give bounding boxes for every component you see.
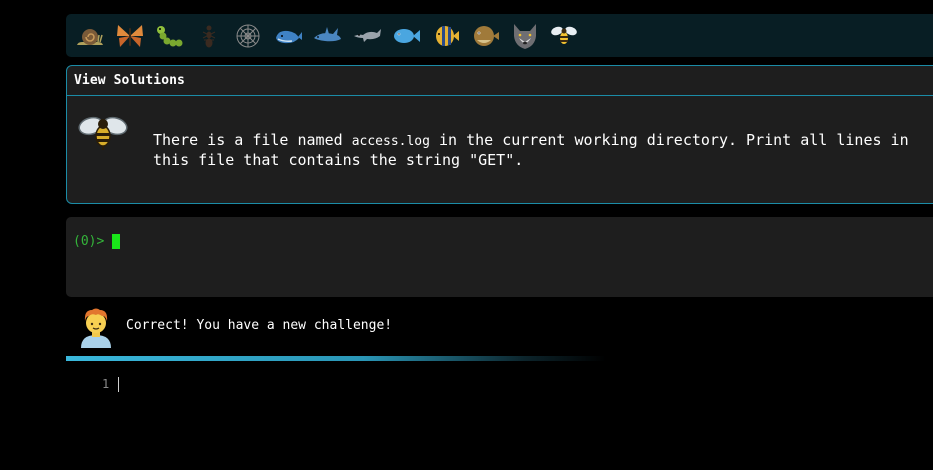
terminal[interactable]: (0)> [66,217,933,297]
wolf-icon[interactable] [507,18,543,54]
bee-icon[interactable] [546,18,582,54]
challenge-description: There is a file named access.log in the … [153,131,933,169]
view-solutions-header[interactable]: View Solutions [67,66,933,96]
person-icon [78,306,114,348]
spider-web-icon[interactable] [230,18,266,54]
view-solutions-label[interactable]: View Solutions [74,73,185,88]
shark-icon[interactable] [309,18,345,54]
pufferfish-icon[interactable] [467,18,503,54]
challenge-text-before: There is a file named [153,131,352,149]
feedback-message: Correct! You have a new challenge! [126,318,393,333]
progress-divider [66,356,606,361]
challenge-panel: View Solutions There is a file named acc… [66,65,933,204]
prompt-text: (0)> [73,234,105,249]
level-icon-bar [66,14,933,57]
challenge-body: There is a file named access.log in the … [67,96,933,204]
line-number: 1 [102,377,110,391]
ant-icon[interactable] [191,18,227,54]
app-root: View Solutions There is a file named acc… [0,0,933,470]
whale-icon[interactable] [270,18,306,54]
terminal-cursor [112,234,121,249]
caterpillar-icon[interactable] [151,18,187,54]
snail-icon[interactable] [72,18,108,54]
editor-caret [118,377,119,392]
butterfly-icon[interactable] [112,18,148,54]
code-editor[interactable]: 1 [66,372,933,470]
bee-icon [77,112,129,152]
dolphin-icon[interactable] [349,18,385,54]
tropical-fish-icon[interactable] [428,18,464,54]
filename-code: access.log [351,134,430,149]
terminal-prompt: (0)> [73,234,121,249]
fish-icon[interactable] [388,18,424,54]
